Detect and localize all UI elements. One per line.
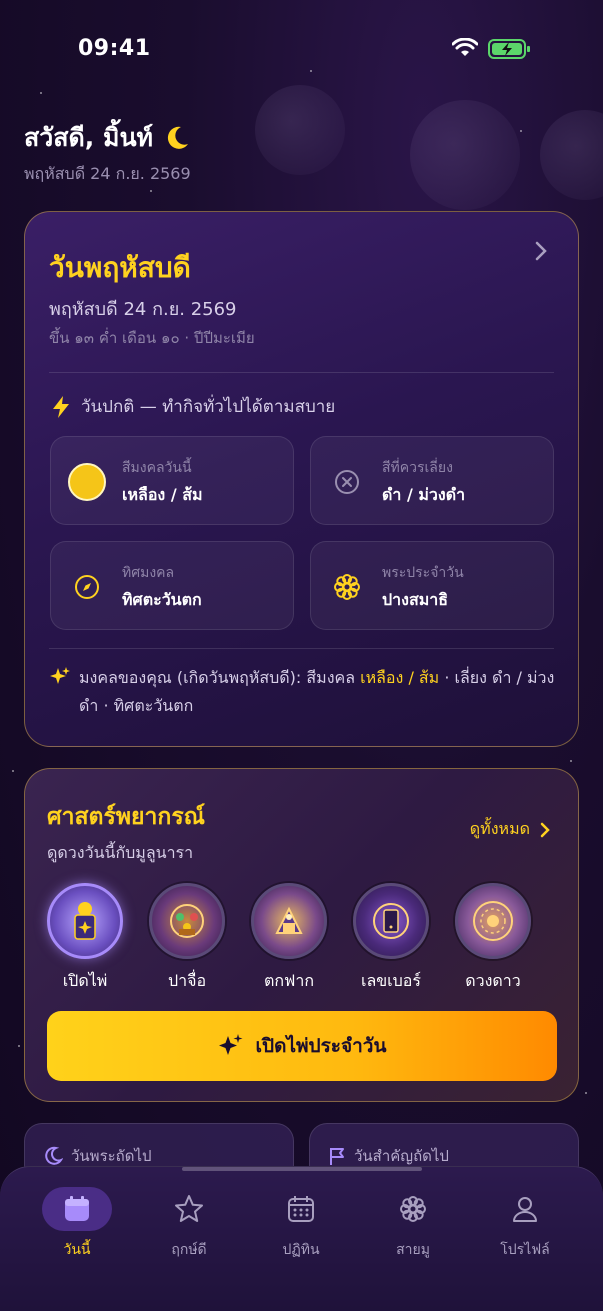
mini-card-label: วันพระถัดไป [71,1147,152,1165]
tab-label: ปฏิทิน [282,1242,320,1258]
lunar-date: ขึ้น ๑๓ ค่ำ เดือน ๑๐ · ปีปีมะเมีย [49,329,255,347]
lucky-prefix: มงคลของคุณ (เกิดวันพฤหัสบดี): สีมงคล [79,668,356,687]
header-date: พฤหัสบดี 24 ก.ย. 2569 [24,164,191,183]
moon-icon [45,1146,63,1165]
day-date: พฤหัสบดี 24 ก.ย. 2569 [49,299,237,320]
tile-buddha: พระประจำวัน ปางสมาธิ [310,541,554,630]
tarot-icon [47,883,123,959]
day-note: วันปกติ — ทำกิจทั่วไปได้ตามสบาย [51,393,335,420]
tile-avoid-color: สีที่ควรเลี่ยง ดำ / ม่วงดำ [310,436,554,525]
greeting-text: สวัสดี, มิ้นท์ [24,123,154,152]
divider [49,372,554,373]
tab-bar: วันนี้ ฤกษ์ดี ปฏิทิน สายมู โปรไฟล์ [0,1166,603,1311]
lotus-icon [378,1187,448,1231]
chevron-right-icon[interactable] [534,240,548,266]
birth-chart-icon [251,883,327,959]
tool-label: เลขเบอร์ [360,971,422,990]
tile-value: ปางสมาธิ [382,590,449,609]
wifi-icon [451,37,479,62]
moon-decoration [410,100,520,210]
tab-auspicious[interactable]: ฤกษ์ดี [144,1187,234,1261]
crescent-moon-icon [167,126,189,149]
personal-lucky-info: มงคลของคุณ (เกิดวันพฤหัสบดี): สีมงคล เหล… [49,664,559,720]
sheet-handle [182,1167,422,1171]
tool-zodiac[interactable]: ดวงดาว [453,883,533,994]
compass-icon [67,567,107,607]
user-icon [490,1187,560,1231]
tile-label: พระประจำวัน [382,565,464,581]
tile-lucky-color: สีมงคลวันนี้ เหลือง / ส้ม [50,436,294,525]
lucky-highlight: เหลือง / ส้ม [360,668,440,687]
sparkle-icon [50,667,70,684]
zodiac-icon [455,883,531,959]
tab-calendar[interactable]: ปฏิทิน [256,1187,346,1261]
lightning-icon [53,395,69,418]
day-title: วันพฤหัสบดี [49,251,191,284]
tab-label: วันนี้ [63,1242,91,1258]
tile-value: เหลือง / ส้ม [122,485,203,504]
tab-label: โปรไฟล์ [500,1242,550,1258]
divider [49,648,554,649]
mini-card-label: วันสำคัญถัดไป [354,1147,449,1165]
tool-bazi[interactable]: ปาจื่อ [147,883,227,994]
daily-tarot-button[interactable]: เปิดไพ่ประจำวัน [47,1011,557,1081]
lotus-icon [327,567,367,607]
tab-profile[interactable]: โปรไฟล์ [480,1187,570,1261]
tile-label: สีที่ควรเลี่ยง [382,460,453,476]
star-icon [154,1187,224,1231]
see-all-link[interactable]: ดูทั้งหมด [470,817,550,842]
day-note-text: วันปกติ — ทำกิจทั่วไปได้ตามสบาย [81,397,336,417]
day-card[interactable]: วันพฤหัสบดี พฤหัสบดี 24 ก.ย. 2569 ขึ้น ๑… [24,211,579,747]
flag-icon [330,1148,344,1165]
tool-label: ตกฟาก [263,971,315,990]
cta-label: เปิดไพ่ประจำวัน [255,1036,387,1057]
status-time: 09:41 [78,36,151,61]
tile-label: สีมงคลวันนี้ [122,460,192,476]
tile-label: ทิศมงคล [122,565,175,581]
x-circle-icon [327,462,367,502]
fortune-title: ศาสตร์พยากรณ์ [47,804,206,830]
tab-label: ฤกษ์ดี [171,1242,207,1258]
chevron-right-icon [540,822,550,837]
yellow-circle-icon [67,462,107,502]
calendar-grid-icon [266,1187,336,1231]
tool-numerology[interactable]: เลขเบอร์ [351,883,431,994]
battery-icon [488,38,532,64]
fortune-card: ศาสตร์พยากรณ์ ดูดวงวันนี้กับมูลูนารา ดูท… [24,768,579,1102]
tile-value: ดำ / ม่วงดำ [382,485,466,504]
tile-value: ทิศตะวันตก [122,590,202,609]
tab-label: สายมู [396,1242,430,1258]
fortune-subtitle: ดูดวงวันนี้กับมูลูนารา [47,843,194,862]
tool-tarot[interactable]: เปิดไพ่ [45,883,125,994]
greeting: สวัสดี, มิ้นท์ [24,118,191,158]
see-all-label: ดูทั้งหมด [469,819,530,838]
numerology-icon [353,883,429,959]
bazi-icon [149,883,225,959]
tile-direction: ทิศมงคล ทิศตะวันตก [50,541,294,630]
sparkle-icon [218,1034,243,1055]
moon-decoration [255,85,345,175]
tool-label: ดวงดาว [465,971,521,990]
tab-spiritual[interactable]: สายมู [368,1187,458,1261]
tool-label: ปาจื่อ [167,971,207,990]
calendar-icon [42,1187,112,1231]
tab-today[interactable]: วันนี้ [32,1187,122,1261]
moon-decoration [540,110,603,200]
status-bar: 09:41 [0,30,603,70]
tool-birth-chart[interactable]: ตกฟาก [249,883,329,994]
tool-label: เปิดไพ่ [62,971,108,990]
